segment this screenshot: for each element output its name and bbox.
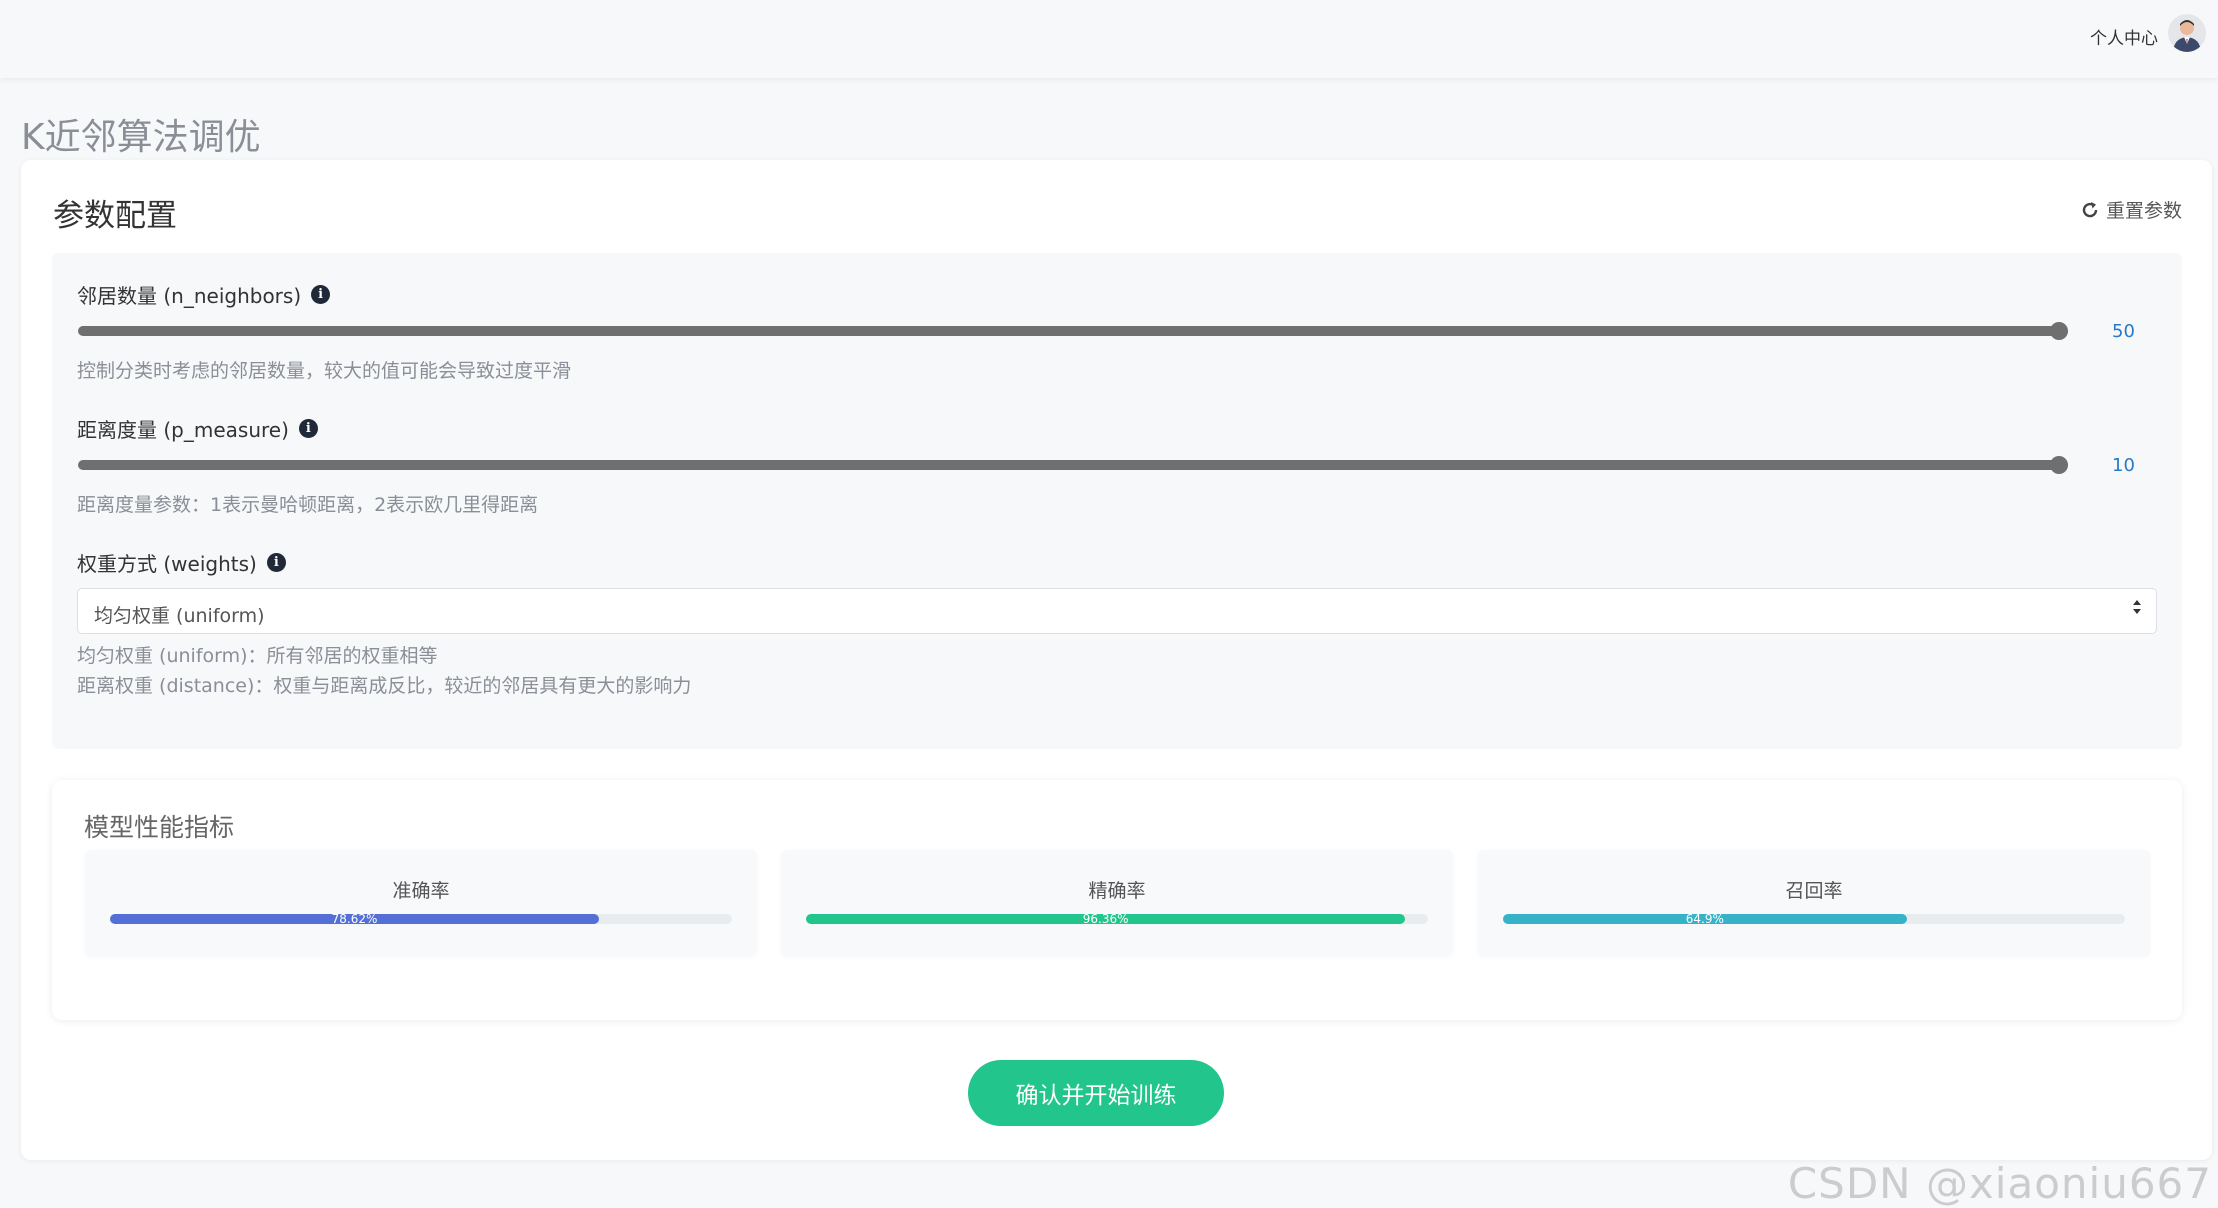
config-card: 参数配置 重置参数 邻居数量 (n_neighbors) i 50 控制分类时考… xyxy=(21,160,2212,1160)
weights-select[interactable]: 均匀权重 (uniform) xyxy=(77,588,2157,634)
metric-progress-track: 78.62% xyxy=(110,912,732,926)
p-measure-label-text: 距离度量 (p_measure) xyxy=(77,418,289,442)
weights-hint-uniform: 均匀权重 (uniform)：所有邻居的权重相等 xyxy=(77,645,438,667)
page-title: K近邻算法调优 xyxy=(21,117,261,158)
n-neighbors-label: 邻居数量 (n_neighbors) i xyxy=(77,280,331,309)
p-measure-slider-thumb[interactable] xyxy=(2050,456,2068,474)
weights-label-text: 权重方式 (weights) xyxy=(77,552,257,576)
top-bar: 个人中心 xyxy=(0,0,2218,78)
metrics-title: 模型性能指标 xyxy=(84,813,235,842)
params-panel: 邻居数量 (n_neighbors) i 50 控制分类时考虑的邻居数量，较大的… xyxy=(52,253,2182,749)
metric-progress-track: 96.36% xyxy=(806,912,1428,926)
metric-progress-text: 96.36% xyxy=(1082,912,1129,926)
metric-recall: 召回率 64.9% xyxy=(1478,850,2150,956)
p-measure-slider[interactable] xyxy=(78,456,2068,474)
metric-progress-text: 64.9% xyxy=(1685,912,1724,926)
avatar[interactable] xyxy=(2168,14,2206,52)
weights-select-value: 均匀权重 (uniform) xyxy=(94,605,265,627)
metrics-card: 模型性能指标 准确率 78.62% 精确率 96.36% 召回率 64.9% xyxy=(52,780,2182,1020)
reset-params-label: 重置参数 xyxy=(2105,200,2182,222)
reset-params-button[interactable]: 重置参数 xyxy=(2080,196,2182,223)
weights-hint-distance: 距离权重 (distance)：权重与距离成反比，较近的邻居具有更大的影响力 xyxy=(77,675,692,697)
metric-label: 召回率 xyxy=(1785,880,1843,902)
info-icon[interactable]: i xyxy=(311,285,331,304)
confirm-train-button[interactable]: 确认并开始训练 xyxy=(968,1060,1224,1126)
metric-precision: 精确率 96.36% xyxy=(781,850,1453,956)
sort-caret-icon xyxy=(2132,599,2142,615)
n-neighbors-slider-thumb[interactable] xyxy=(2050,322,2068,340)
weights-label: 权重方式 (weights) i xyxy=(77,548,286,577)
info-icon[interactable]: i xyxy=(298,419,318,438)
n-neighbors-label-text: 邻居数量 (n_neighbors) xyxy=(77,284,302,308)
user-center-link[interactable]: 个人中心 xyxy=(2090,24,2158,49)
info-icon[interactable]: i xyxy=(266,553,286,572)
n-neighbors-slider[interactable] xyxy=(78,322,2068,340)
p-measure-label: 距离度量 (p_measure) i xyxy=(77,414,318,443)
card-title: 参数配置 xyxy=(53,198,177,234)
watermark: CSDN @xiaoniu667 xyxy=(1787,1159,2212,1208)
n-neighbors-value: 50 xyxy=(2112,321,2135,342)
metric-progress-text: 78.62% xyxy=(331,912,378,926)
refresh-icon xyxy=(2082,201,2098,217)
n-neighbors-hint: 控制分类时考虑的邻居数量，较大的值可能会导致过度平滑 xyxy=(77,360,572,382)
metric-accuracy: 准确率 78.62% xyxy=(85,850,757,956)
p-measure-hint: 距离度量参数：1表示曼哈顿距离，2表示欧几里得距离 xyxy=(77,494,539,516)
user-avatar-icon xyxy=(2173,20,2201,52)
metric-label: 精确率 xyxy=(1088,880,1146,902)
metric-label: 准确率 xyxy=(392,880,450,902)
metric-progress-track: 64.9% xyxy=(1503,912,2125,926)
p-measure-value: 10 xyxy=(2112,455,2135,476)
